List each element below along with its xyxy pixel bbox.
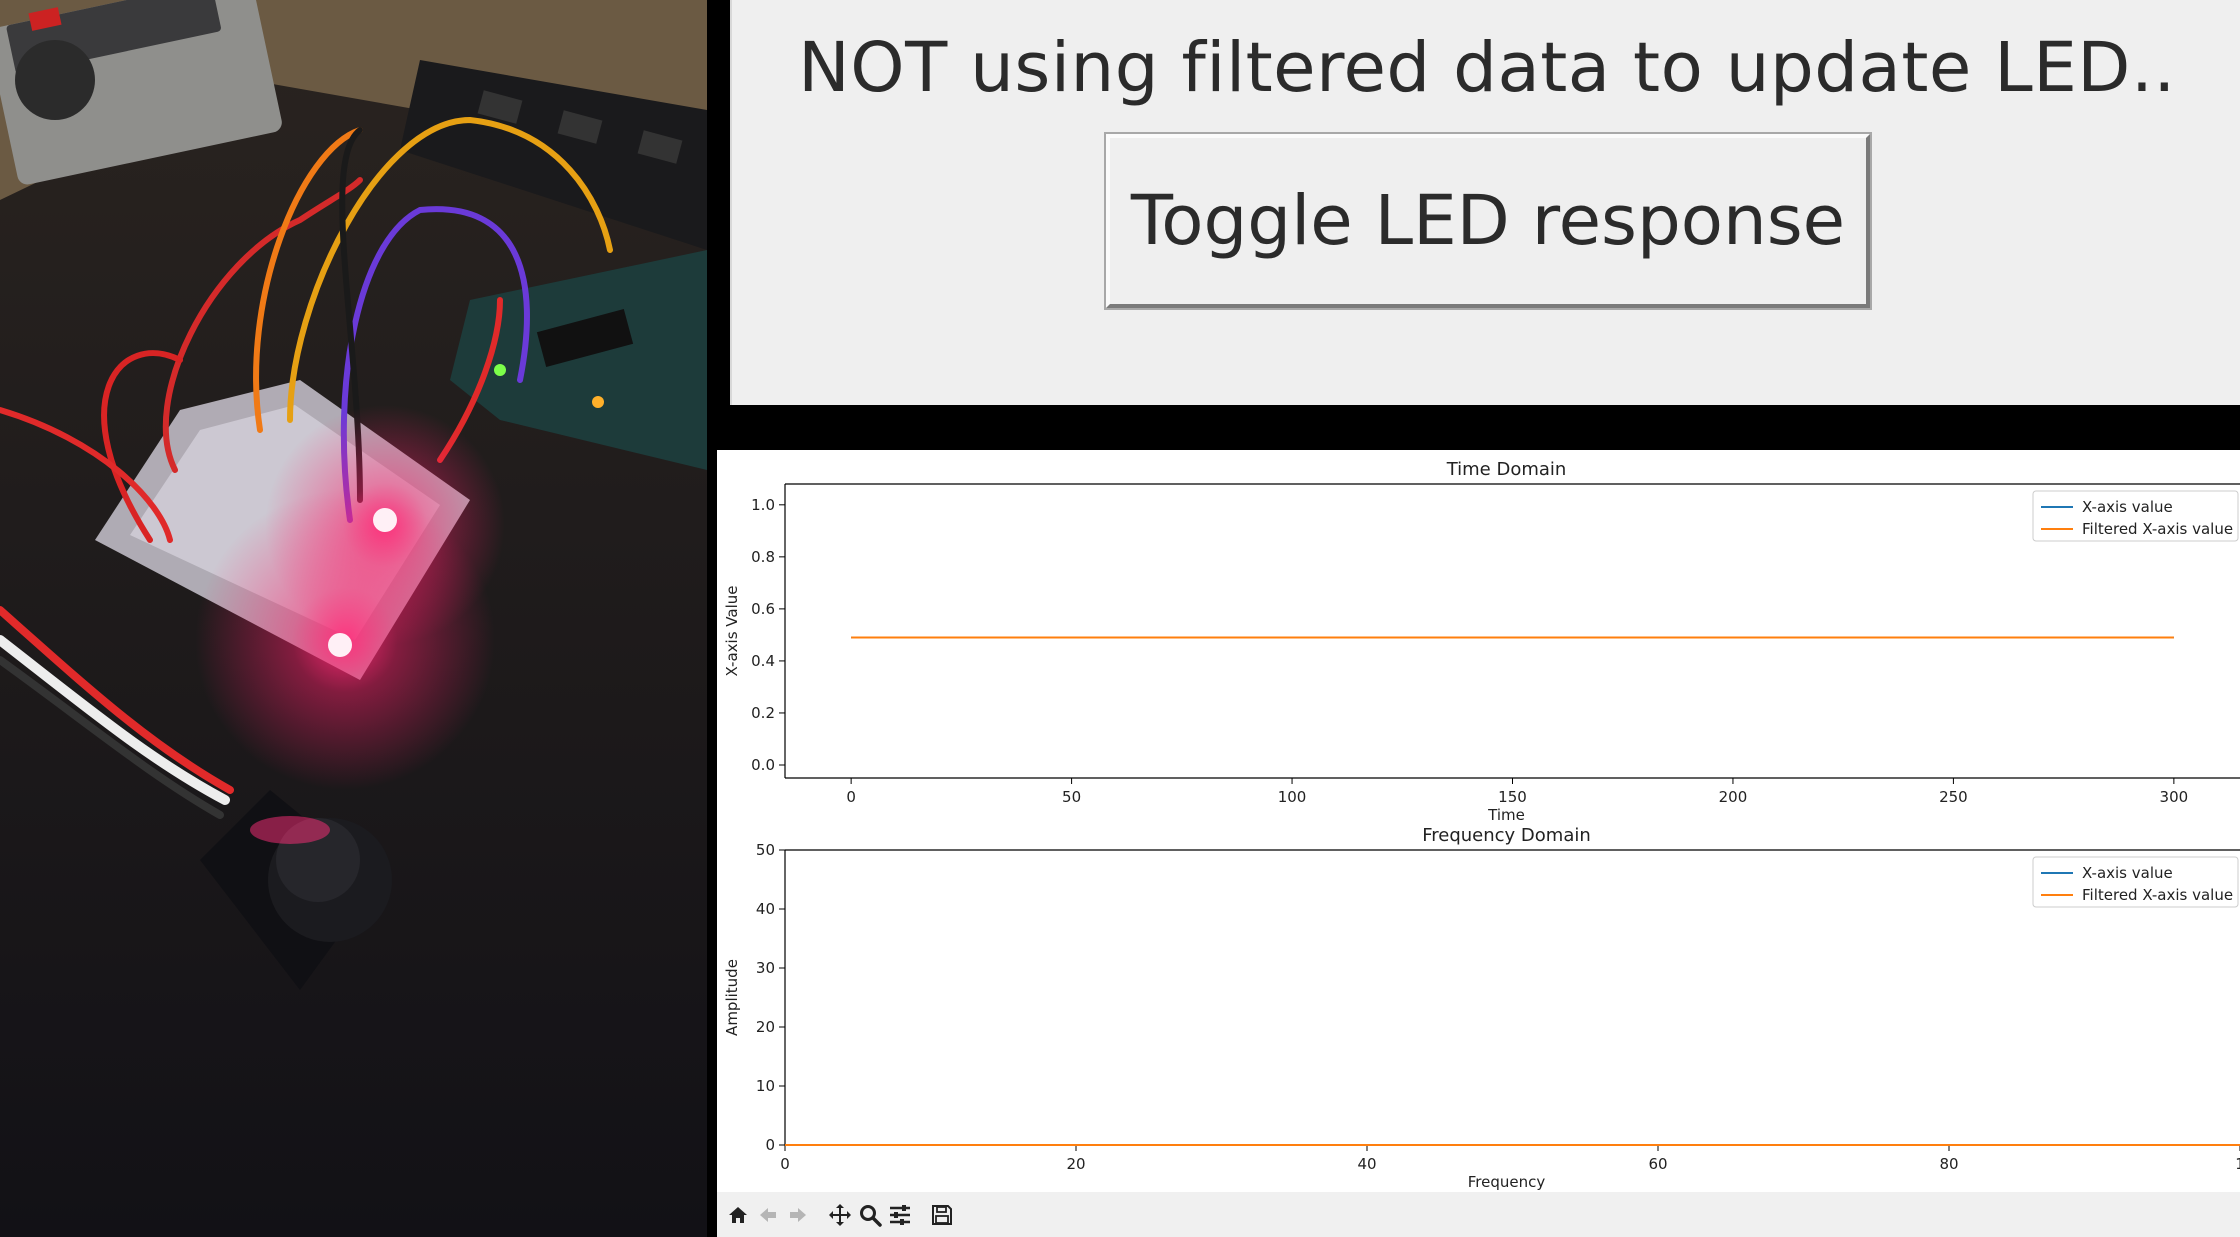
x-tick-label: 50: [1062, 788, 1081, 806]
y-axis-label: X-axis Value: [723, 586, 741, 677]
x-tick-label: 60: [1648, 1155, 1667, 1173]
y-axis-label: Amplitude: [723, 959, 741, 1036]
y-tick-label: 50: [756, 841, 775, 859]
save-icon[interactable]: [927, 1200, 957, 1230]
home-icon[interactable]: [723, 1200, 753, 1230]
legend-label: X-axis value: [2082, 498, 2173, 516]
x-tick-label: 20: [1066, 1155, 1085, 1173]
x-tick-label: 200: [1719, 788, 1748, 806]
x-axis-label: Frequency: [1468, 1173, 1546, 1191]
navigation-toolbar: [717, 1192, 2240, 1237]
chart-2: Frequency Domain020406080101020304050Fre…: [723, 825, 2240, 1191]
pan-icon[interactable]: [825, 1200, 855, 1230]
y-tick-label: 30: [756, 959, 775, 977]
y-tick-label: 0.4: [751, 652, 775, 670]
x-tick-label: 150: [1498, 788, 1527, 806]
chart-title: Time Domain: [1446, 459, 1567, 480]
zoom-icon[interactable]: [855, 1200, 885, 1230]
forward-icon[interactable]: [783, 1200, 813, 1230]
plot-figure-window: Time Domain 0 50 100 150 200 250 300 0.0 0.2 0.4 0.…: [717, 450, 2240, 1237]
chart-1: Time Domain 0 50 100 150 200 250 300 0.0 0.2 0.4 0.…: [723, 459, 2240, 824]
configure-subplots-icon[interactable]: [885, 1200, 915, 1230]
camera-photo: [0, 0, 707, 1237]
y-tick-label: 0.8: [751, 548, 775, 566]
legend-label: Filtered X-axis value: [2082, 520, 2233, 538]
x-tick-label: 0: [846, 788, 856, 806]
y-tick-label: 10: [756, 1077, 775, 1095]
y-tick-label: 0.6: [751, 600, 775, 618]
toggle-led-response-button[interactable]: Toggle LED response: [1106, 134, 1870, 308]
x-tick-label: 80: [1939, 1155, 1958, 1173]
y-tick-label: 20: [756, 1018, 775, 1036]
control-window: NOT using filtered data to update LED.. …: [730, 0, 2240, 405]
plot-canvas: Time Domain0 50 100 150 200 250 3000.00.20.40.…: [723, 459, 2240, 1191]
x-tick-label: 1: [2235, 1155, 2240, 1173]
legend-label: X-axis value: [2082, 864, 2173, 882]
y-tick-label: 0.2: [751, 704, 775, 722]
y-tick-label: 1.0: [751, 496, 775, 514]
x-tick-label: 0: [780, 1155, 790, 1173]
x-tick-label: 100: [1278, 788, 1307, 806]
y-tick-label: 0.0: [751, 756, 775, 774]
chart-title: Frequency Domain: [1422, 825, 1591, 846]
y-tick-label: 40: [756, 900, 775, 918]
x-tick-label: 250: [1939, 788, 1968, 806]
back-icon[interactable]: [753, 1200, 783, 1230]
led-status-label: NOT using filtered data to update LED..: [798, 28, 2176, 108]
legend-label: Filtered X-axis value: [2082, 886, 2233, 904]
y-tick-label: 0: [765, 1136, 775, 1154]
circuit-photo-illustration: [0, 0, 707, 1237]
x-axis-label: Time: [1487, 806, 1525, 824]
x-tick-label: 300: [2160, 788, 2189, 806]
x-tick-label: 40: [1357, 1155, 1376, 1173]
